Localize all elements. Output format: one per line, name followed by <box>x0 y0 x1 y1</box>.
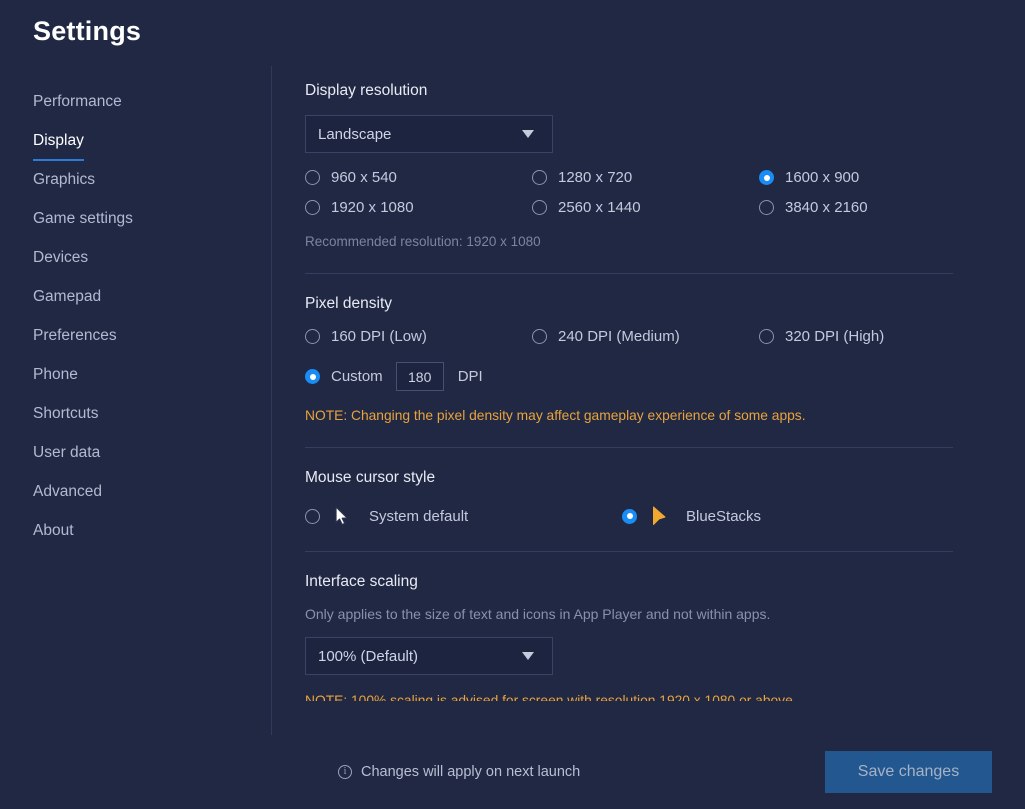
radio-indicator[interactable] <box>532 170 547 185</box>
sidebar-item-label: Display <box>33 127 84 161</box>
resolution-option-label: 3840 x 2160 <box>785 199 868 216</box>
sidebar-item-shortcuts[interactable]: Shortcuts <box>0 400 271 439</box>
section-title-mouse-cursor: Mouse cursor style <box>305 469 436 486</box>
resolution-option-1920x1080[interactable]: 1920 x 1080 <box>305 199 532 216</box>
density-custom-label: Custom <box>331 368 383 385</box>
density-option-240dpi[interactable]: 240 DPI (Medium) <box>532 328 759 345</box>
resolution-option-label: 960 x 540 <box>331 169 397 186</box>
sidebar-item-game-settings[interactable]: Game settings <box>0 205 271 244</box>
resolution-option-label: 1600 x 900 <box>785 169 860 186</box>
cursor-option-bluestacks[interactable]: BlueStacks <box>622 505 761 527</box>
radio-indicator[interactable] <box>532 200 547 215</box>
radio-indicator-selected[interactable] <box>759 170 774 185</box>
sidebar-item-graphics[interactable]: Graphics <box>0 166 271 205</box>
sidebar-item-display[interactable]: Display <box>0 127 271 166</box>
interface-scaling-description: Only applies to the size of text and ico… <box>305 606 771 622</box>
radio-indicator[interactable] <box>532 329 547 344</box>
mouse-cursor-radio-group: System default BlueStacks <box>305 505 985 527</box>
sidebar-item-gamepad[interactable]: Gamepad <box>0 283 271 322</box>
section-title-interface-scaling: Interface scaling <box>305 573 418 590</box>
orientation-select[interactable]: Landscape <box>305 115 553 153</box>
custom-dpi-input[interactable] <box>395 362 444 391</box>
resolution-option-1280x720[interactable]: 1280 x 720 <box>532 169 759 186</box>
radio-indicator-selected[interactable] <box>622 508 637 524</box>
settings-sidebar: Performance Display Graphics Game settin… <box>0 66 272 735</box>
divider <box>305 273 953 274</box>
sidebar-item-advanced[interactable]: Advanced <box>0 478 271 517</box>
radio-indicator[interactable] <box>305 200 320 215</box>
section-pixel-density: Pixel density 160 DPI (Low) 240 DPI (Med… <box>305 295 985 423</box>
resolution-option-3840x2160[interactable]: 3840 x 2160 <box>759 199 985 216</box>
recommended-resolution-hint: Recommended resolution: 1920 x 1080 <box>305 234 541 249</box>
radio-indicator[interactable] <box>759 329 774 344</box>
sidebar-item-label: Devices <box>33 249 89 266</box>
sidebar-item-label: Performance <box>33 93 122 110</box>
footer-note-text: Changes will apply on next launch <box>361 764 581 780</box>
sidebar-item-label: Gamepad <box>33 288 102 305</box>
sidebar-item-about[interactable]: About <box>0 517 271 556</box>
section-mouse-cursor-style: Mouse cursor style System default BlueSt… <box>305 469 985 527</box>
density-option-320dpi[interactable]: 320 DPI (High) <box>759 328 985 345</box>
sidebar-item-label: User data <box>33 444 101 461</box>
settings-window: Settings Performance Display Graphics Ga… <box>0 0 1025 809</box>
sidebar-item-preferences[interactable]: Preferences <box>0 322 271 361</box>
cursor-arrow-orange-icon <box>648 505 670 527</box>
density-option-label: 240 DPI (Medium) <box>558 328 680 345</box>
sidebar-item-label: Graphics <box>33 171 96 188</box>
sidebar-item-label: Game settings <box>33 210 133 227</box>
save-changes-button[interactable]: Save changes <box>825 751 992 793</box>
sidebar-item-user-data[interactable]: User data <box>0 439 271 478</box>
orientation-select-value: Landscape <box>318 125 392 143</box>
sidebar-item-label: About <box>33 522 74 539</box>
section-title-pixel-density: Pixel density <box>305 295 393 312</box>
interface-scaling-select[interactable]: 100% (Default) <box>305 637 553 675</box>
resolution-option-2560x1440[interactable]: 2560 x 1440 <box>532 199 759 216</box>
density-option-custom[interactable]: Custom DPI <box>305 362 985 391</box>
resolution-option-label: 1280 x 720 <box>558 169 633 186</box>
radio-indicator[interactable] <box>759 200 774 215</box>
cursor-arrow-white-icon <box>331 505 353 527</box>
radio-indicator[interactable] <box>305 508 320 524</box>
sidebar-item-phone[interactable]: Phone <box>0 361 271 400</box>
sidebar-item-label: Shortcuts <box>33 405 99 422</box>
resolution-radio-group: 960 x 540 1280 x 720 1600 x 900 1920 x 1… <box>305 169 985 216</box>
resolution-option-1600x900[interactable]: 1600 x 900 <box>759 169 985 186</box>
cursor-option-system-default[interactable]: System default <box>305 505 622 527</box>
custom-dpi-unit: DPI <box>457 368 483 385</box>
cursor-option-label: System default <box>369 507 469 525</box>
settings-content-display: Display resolution Landscape 960 x 540 1… <box>272 66 1025 735</box>
settings-footer: i Changes will apply on next launch Save… <box>0 735 1025 809</box>
sidebar-item-label: Preferences <box>33 327 117 344</box>
radio-indicator[interactable] <box>305 329 320 344</box>
section-interface-scaling: Interface scaling Only applies to the si… <box>305 573 985 701</box>
chevron-down-icon <box>522 652 534 660</box>
chevron-down-icon <box>522 130 534 138</box>
density-option-160dpi[interactable]: 160 DPI (Low) <box>305 328 532 345</box>
divider <box>305 551 953 552</box>
sidebar-item-label: Phone <box>33 366 78 383</box>
interface-scaling-select-value: 100% (Default) <box>318 647 419 665</box>
resolution-option-960x540[interactable]: 960 x 540 <box>305 169 532 186</box>
radio-indicator-selected[interactable] <box>305 369 320 384</box>
sidebar-item-devices[interactable]: Devices <box>0 244 271 283</box>
density-option-label: 160 DPI (Low) <box>331 328 427 345</box>
resolution-option-label: 2560 x 1440 <box>558 199 641 216</box>
density-option-label: 320 DPI (High) <box>785 328 885 345</box>
interface-scaling-note-clipped: NOTE: 100% scaling is advised for screen… <box>305 693 793 701</box>
footer-note: i Changes will apply on next launch <box>305 764 825 780</box>
divider <box>305 447 953 448</box>
page-title: Settings <box>33 16 142 46</box>
radio-indicator[interactable] <box>305 170 320 185</box>
sidebar-item-performance[interactable]: Performance <box>0 88 271 127</box>
settings-body: Performance Display Graphics Game settin… <box>0 66 1025 735</box>
pixel-density-note: NOTE: Changing the pixel density may aff… <box>305 408 806 423</box>
section-title-display-resolution: Display resolution <box>305 82 428 99</box>
cursor-option-label: BlueStacks <box>686 507 762 525</box>
section-display-resolution: Display resolution Landscape 960 x 540 1… <box>305 82 985 249</box>
sidebar-item-label: Advanced <box>33 483 102 500</box>
info-circle-icon: i <box>338 765 352 779</box>
pixel-density-radio-group: 160 DPI (Low) 240 DPI (Medium) 320 DPI (… <box>305 328 985 345</box>
resolution-option-label: 1920 x 1080 <box>331 199 414 216</box>
